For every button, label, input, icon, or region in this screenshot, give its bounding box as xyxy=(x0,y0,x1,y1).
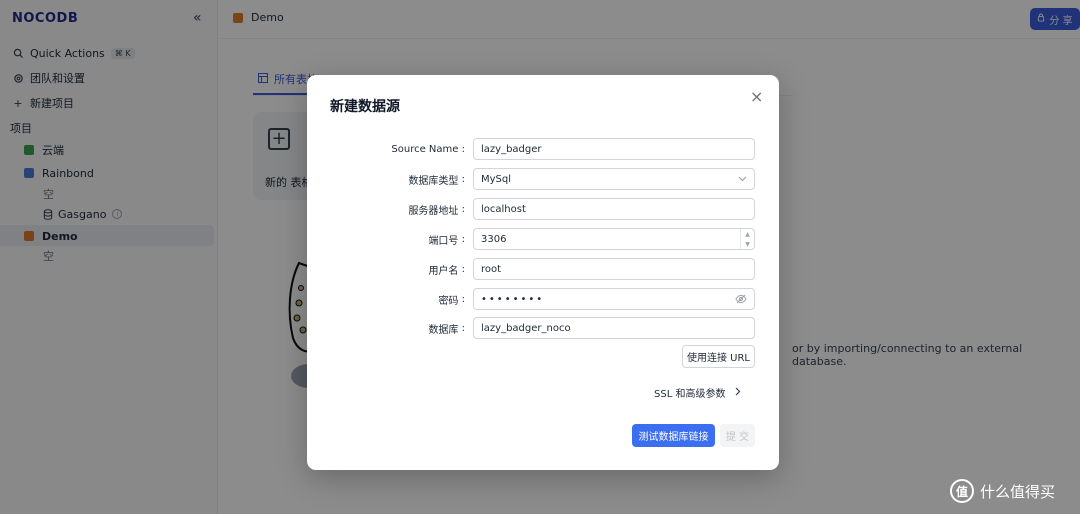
user-input[interactable]: root xyxy=(473,258,755,280)
ssl-advanced-toggle[interactable]: SSL 和高级参数 xyxy=(654,385,741,400)
chevron-right-icon xyxy=(735,387,741,399)
port-label: 端口号 : xyxy=(428,233,465,247)
port-stepper[interactable]: ▲ ▼ xyxy=(740,229,754,249)
new-datasource-modal: 新建数据源 × Source Name : lazy_badger 数据库类型 … xyxy=(307,75,779,470)
password-input[interactable]: •••••••• xyxy=(473,288,755,310)
modal-title: 新建数据源 xyxy=(330,99,400,115)
database-label: 数据库 : xyxy=(428,322,465,336)
db-type-select[interactable]: MySql xyxy=(473,168,755,190)
host-input[interactable]: localhost xyxy=(473,198,755,220)
watermark-text: 什么值得买 xyxy=(980,482,1056,501)
watermark-logo-icon: 值 xyxy=(950,479,974,503)
source-name-input[interactable]: lazy_badger xyxy=(473,138,755,160)
close-icon[interactable]: × xyxy=(750,89,763,105)
source-name-label: Source Name : xyxy=(391,143,465,155)
watermark: 值 什么值得买 xyxy=(950,479,1055,503)
chevron-down-icon[interactable]: ▼ xyxy=(745,241,750,248)
user-label: 用户名 : xyxy=(428,263,465,277)
test-connection-button[interactable]: 测试数据库链接 xyxy=(632,424,715,447)
database-input[interactable]: lazy_badger_noco xyxy=(473,317,755,339)
eye-off-icon[interactable] xyxy=(735,289,747,309)
submit-button[interactable]: 提 交 xyxy=(720,424,755,447)
use-connection-url-button[interactable]: 使用连接 URL xyxy=(682,345,755,368)
chevron-up-icon[interactable]: ▲ xyxy=(745,231,750,238)
chevron-down-icon xyxy=(738,169,747,189)
port-input[interactable]: 3306 ▲ ▼ xyxy=(473,228,755,250)
password-label: 密码 : xyxy=(438,293,465,307)
db-type-label: 数据库类型 : xyxy=(408,173,465,187)
host-label: 服务器地址 : xyxy=(408,203,465,217)
